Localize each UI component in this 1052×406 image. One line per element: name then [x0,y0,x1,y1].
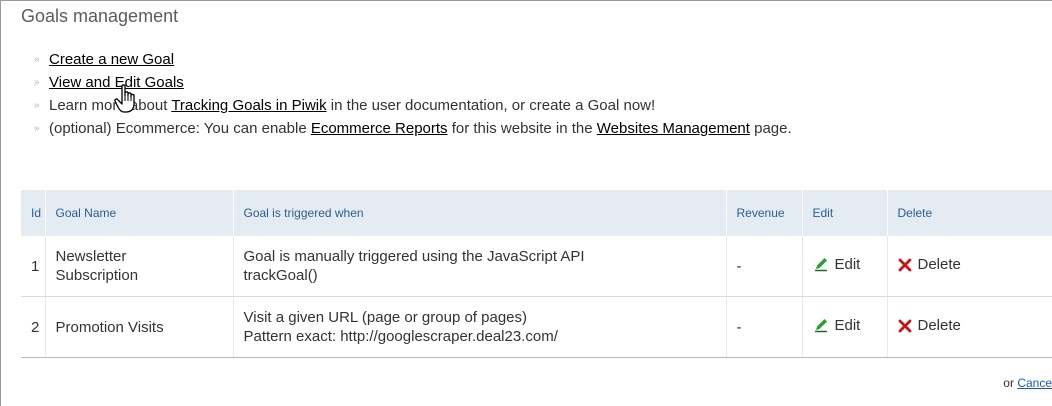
goal-id-cell: 2 [21,296,46,358]
or-text: or [1003,376,1018,390]
trigger-line: trackGoal() [243,267,318,284]
bullet-icon: » [34,77,40,88]
list-item-learn: » Learn more about Tracking Goals in Piw… [34,94,792,117]
or-cancel: or Cance [1003,376,1052,390]
goal-trigger-cell: Visit a given URL (page or group of page… [233,296,727,358]
table-row: 1 Newsletter Subscription Goal is manual… [21,236,1052,297]
page-title: Goals management [21,6,179,26]
header-trigger: Goal is triggered when [233,190,727,236]
edit-goal-button[interactable]: Edit [813,316,861,335]
delete-goal-button[interactable]: Delete [898,255,961,274]
header-goal-name: Goal Name [45,190,234,236]
ecommerce-prefix-text: (optional) Ecommerce: You can enable [49,120,311,137]
goal-name-line: Subscription [55,267,139,284]
pencil-icon [813,317,829,333]
trigger-line: Goal is manually triggered using the Jav… [243,248,585,265]
pencil-icon [813,256,829,272]
table-row: 2 Promotion Visits Visit a given URL (pa… [21,296,1052,358]
goal-id-cell: 1 [21,236,46,297]
header-edit: Edit [802,190,888,236]
delete-cell: Delete [887,236,1052,297]
ecommerce-suffix-text: page. [749,120,792,137]
trigger-line: Pattern exact: http://googlescraper.deal… [243,328,558,345]
edit-label: Edit [834,316,861,334]
goal-name-line: Promotion Visits [55,318,164,336]
edit-label: Edit [834,255,861,273]
table-header-row: Id Goal Name Goal is triggered when Reve… [21,190,1052,236]
list-item-create-goal: » Create a new Goal [34,48,792,71]
goal-name-cell: Newsletter Subscription [45,236,234,297]
header-revenue: Revenue [726,190,803,236]
bullet-icon: » [34,54,40,65]
edit-cell: Edit [802,296,888,358]
goal-name-line: Newsletter [55,248,127,265]
hand-pointer-cursor-icon [114,84,142,114]
header-delete: Delete [887,190,1052,236]
list-item-ecommerce: » (optional) Ecommerce: You can enable E… [34,117,792,140]
goals-table: Id Goal Name Goal is triggered when Reve… [21,190,1052,358]
delete-goal-button[interactable]: Delete [898,316,961,335]
learn-suffix-text: in the user documentation, or create a G… [326,97,656,114]
delete-label: Delete [917,256,961,274]
goal-revenue-cell: - [726,296,803,358]
bullet-icon: » [34,100,40,111]
goals-links-list: » Create a new Goal » View and Edit Goal… [34,48,792,140]
trigger-line: Visit a given URL (page or group of page… [243,309,528,326]
delete-label: Delete [917,317,961,335]
bullet-icon: » [34,123,40,134]
red-x-icon [898,319,912,333]
ecommerce-middle-text: for this website in the [447,120,597,137]
learn-prefix-text: Learn more about [49,97,172,114]
tracking-goals-doc-link[interactable]: Tracking Goals in Piwik [171,97,326,114]
edit-goal-button[interactable]: Edit [813,255,861,274]
ecommerce-reports-link[interactable]: Ecommerce Reports [311,120,448,137]
list-item-view-edit: » View and Edit Goals [34,71,792,94]
goal-trigger-cell: Goal is manually triggered using the Jav… [233,236,727,297]
cancel-link[interactable]: Cance [1017,376,1052,390]
red-x-icon [898,258,912,272]
create-goal-link[interactable]: Create a new Goal [49,51,174,68]
goal-name-cell: Promotion Visits [45,296,234,358]
header-id: Id [21,190,46,236]
goal-revenue-cell: - [726,236,803,297]
edit-cell: Edit [802,236,888,297]
websites-management-link[interactable]: Websites Management [597,120,750,137]
delete-cell: Delete [887,296,1052,358]
